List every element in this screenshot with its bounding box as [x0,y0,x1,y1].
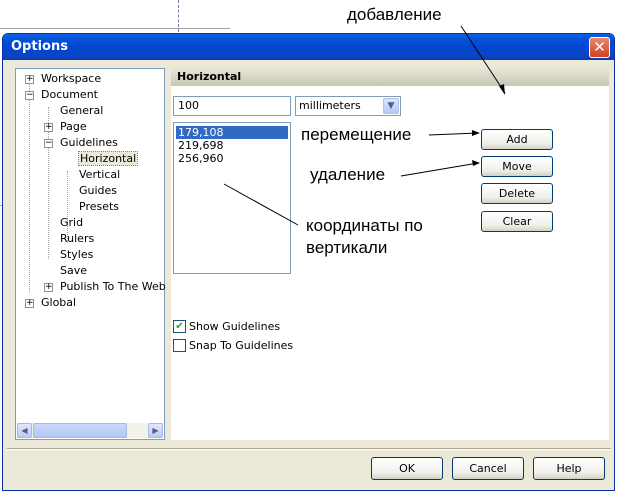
expand-icon[interactable]: + [44,123,53,132]
panel-header: Horizontal [171,68,609,86]
tree-item-vertical[interactable]: Vertical [79,167,120,183]
tree-item-label: Vertical [79,168,121,181]
tree-item-horizontal[interactable]: Horizontal [78,151,139,167]
tree-item-label: Workspace [41,72,102,85]
cancel-button[interactable]: Cancel [452,457,524,480]
delete-button[interactable]: Delete [481,183,553,204]
collapse-icon[interactable]: − [25,91,34,100]
background-rule-line [0,28,230,29]
snap-to-guidelines-label: Snap To Guidelines [189,339,294,352]
guidelines-panel: Horizontal 100 millimeters ▼ 179,108 219… [171,68,609,440]
tree-item-label: Global [41,296,77,309]
scrollbar-thumb[interactable] [33,423,127,438]
footer-separator [7,448,611,450]
checkbox-box[interactable] [173,339,186,352]
expand-icon[interactable]: + [44,283,53,292]
tree-item-presets[interactable]: Presets [79,199,119,215]
close-button[interactable]: ✕ [589,37,610,58]
expand-icon[interactable]: + [25,75,34,84]
tree-item-label: Presets [79,200,120,213]
tree-item-label: Document [41,88,98,101]
expand-icon[interactable]: + [25,299,34,308]
tree-item-general[interactable]: General [60,103,103,119]
help-button[interactable]: Help [533,457,605,480]
move-button[interactable]: Move [481,156,553,177]
clear-button[interactable]: Clear [481,211,553,232]
tree-item-label: Publish To The Web [60,280,166,293]
tree-item-label: General [60,104,104,117]
annotation-coordinates-line1: координаты по [306,216,423,235]
title-bar[interactable]: Options ✕ [3,34,614,60]
show-guidelines-checkbox[interactable]: ✔ Show Guidelines [173,320,280,334]
list-item[interactable]: 219,698 [176,139,288,152]
tree-item-label: Save [60,264,88,277]
annotation-move: перемещение [301,125,412,144]
tree-item-label: Guides [79,184,118,197]
tree-item-label: Styles [60,248,94,261]
list-item[interactable]: 179,108 [176,126,288,139]
scroll-left-icon[interactable]: ◀ [17,423,32,438]
position-input[interactable]: 100 [173,96,291,116]
units-select[interactable]: millimeters ▼ [295,96,401,116]
annotation-add: добавление [347,5,442,24]
annotation-delete: удаление [310,165,386,184]
tree-item-grid[interactable]: Grid [60,215,83,231]
annotation-coordinates-line2: вертикали [306,238,388,257]
tree-line [29,83,30,293]
window-title: Options [11,39,68,54]
checkmark-icon[interactable]: ✔ [173,320,186,333]
tree-item-guides[interactable]: Guides [79,183,117,199]
show-guidelines-label: Show Guidelines [189,320,281,333]
list-item[interactable]: 256,960 [176,152,288,165]
tree-item-label: Horizontal [78,151,139,166]
units-select-value: millimeters [299,99,361,112]
options-tree[interactable]: + Workspace − Document General + Page − … [15,68,166,440]
scroll-right-icon[interactable]: ▶ [148,423,163,438]
tree-item-label: Rulers [60,232,95,245]
tree-item-label: Grid [60,216,84,229]
tree-item-save[interactable]: Save [60,263,87,279]
collapse-icon[interactable]: − [44,139,53,148]
ok-button[interactable]: OK [371,457,443,480]
snap-to-guidelines-checkbox[interactable]: Snap To Guidelines [173,339,293,353]
tree-item-rulers[interactable]: Rulers [60,231,94,247]
guidelines-list[interactable]: 179,108 219,698 256,960 [173,122,291,274]
tree-horizontal-scrollbar[interactable]: ◀ ▶ [17,423,163,438]
tree-item-styles[interactable]: Styles [60,247,93,263]
tree-item-label: Guidelines [60,136,118,149]
tree-item-label: Page [60,120,87,133]
add-button[interactable]: Add [481,129,553,150]
chevron-down-icon[interactable]: ▼ [383,98,399,114]
options-dialog: Options ✕ + Workspace − Document General… [2,33,615,491]
